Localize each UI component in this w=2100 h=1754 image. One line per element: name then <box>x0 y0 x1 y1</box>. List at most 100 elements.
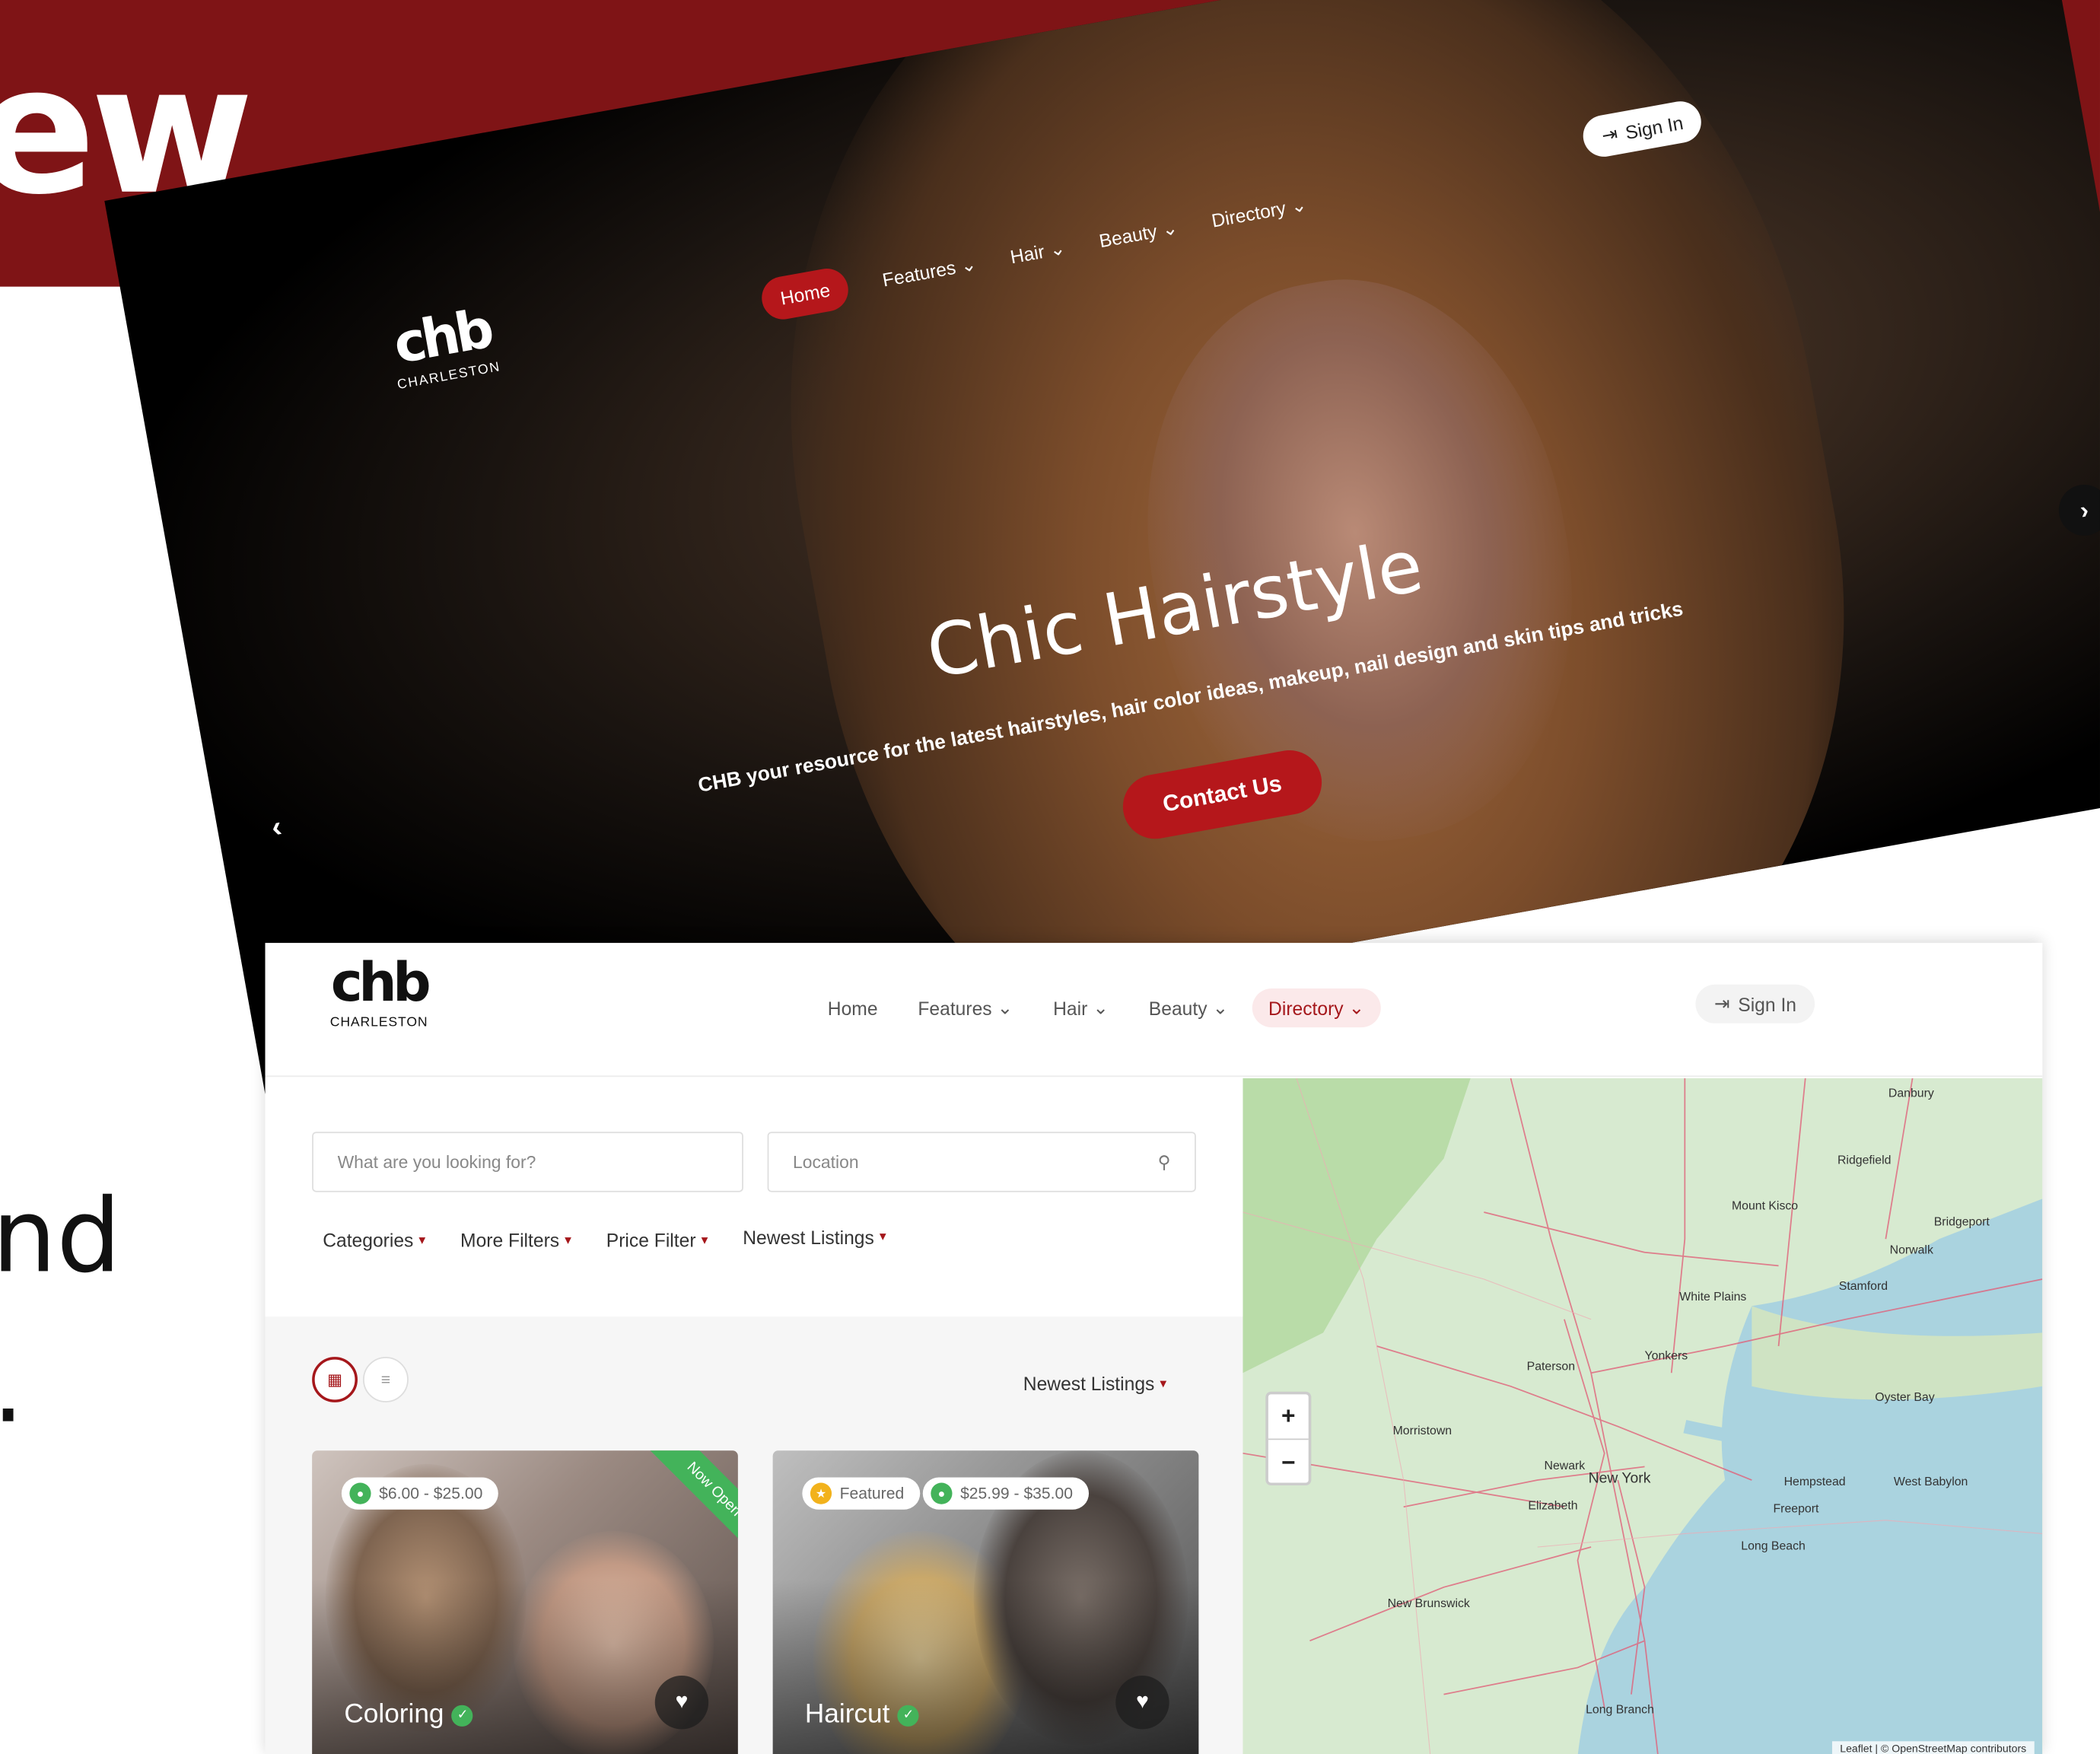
chevron-down-icon: ▾ <box>418 1233 426 1248</box>
nav-item-label: Features <box>880 256 958 291</box>
site-logo[interactable]: chb CHARLESTON <box>358 297 530 398</box>
listing-card[interactable]: ★ Featured ● $25.99 - $35.00 Haircut ✓ ♥ <box>772 1450 1199 1754</box>
map-label: Norwalk <box>1889 1243 1933 1257</box>
nav-item-directory[interactable]: Directory ⌄ <box>1210 193 1309 232</box>
search-input[interactable]: What are you looking for? <box>312 1132 743 1192</box>
nav-item-beauty[interactable]: Beauty ⌄ <box>1097 216 1179 253</box>
filter-newest[interactable]: Newest Listings ▾ <box>743 1223 886 1251</box>
nav-item-label: Features <box>918 997 992 1019</box>
nav-item-hair[interactable]: Hair ⌄ <box>1008 236 1067 268</box>
map-zoom-control: + − <box>1265 1391 1312 1486</box>
chevron-down-icon: ▾ <box>879 1229 886 1245</box>
chevron-down-icon: ⌄ <box>1212 996 1229 1018</box>
map-attribution[interactable]: Leaflet | © OpenStreetMap contributors <box>1831 1741 2035 1754</box>
slider-prev-button[interactable]: ‹ <box>269 809 285 845</box>
listing-title: Coloring ✓ <box>344 1699 474 1730</box>
nav-item-features[interactable]: Features ⌄ <box>880 252 978 291</box>
nav-item-label: Beauty <box>1097 220 1159 252</box>
map-label: White Plains <box>1679 1290 1747 1304</box>
filter-categories[interactable]: Categories ▾ <box>323 1230 425 1251</box>
sign-in-button[interactable]: ⇥ Sign In <box>1695 984 1815 1023</box>
chevron-down-icon: ⌄ <box>958 252 978 276</box>
listing-title: Haircut ✓ <box>804 1699 920 1730</box>
filter-price[interactable]: Price Filter ▾ <box>606 1230 708 1251</box>
location-input[interactable]: Location ⚲ <box>767 1132 1196 1192</box>
price-badge: ● $25.99 - $35.00 <box>922 1477 1090 1510</box>
price-label: $25.99 - $35.00 <box>960 1484 1074 1503</box>
filter-label: Price Filter <box>606 1229 696 1252</box>
logo-mark: chb <box>330 952 431 1014</box>
listing-card[interactable]: Now Open ● $6.00 - $25.00 Coloring ✓ ♥ <box>312 1450 738 1754</box>
chevron-down-icon: ⌄ <box>1160 215 1179 240</box>
logo-subtitle: CHARLESTON <box>329 1015 428 1030</box>
price-badge: ● $6.00 - $25.00 <box>341 1477 499 1510</box>
filter-bar: Categories ▾ More Filters ▾ Price Filter ▾ … <box>323 1226 886 1251</box>
price-label: $6.00 - $25.00 <box>379 1484 483 1503</box>
nav-item-label: Hair <box>1008 240 1046 268</box>
map-label: Oyster Bay <box>1875 1390 1935 1404</box>
map-label: Stamford <box>1838 1278 1888 1293</box>
zoom-in-button[interactable]: + <box>1268 1394 1309 1440</box>
zoom-out-button[interactable]: − <box>1268 1440 1309 1485</box>
chevron-down-icon: ⌄ <box>1093 996 1109 1018</box>
nav-item-label: Hair <box>1053 997 1088 1019</box>
sign-in-icon: ⇥ <box>1714 992 1730 1014</box>
chevron-down-icon: ⌄ <box>1047 236 1068 260</box>
star-icon: ★ <box>810 1482 832 1504</box>
chevron-down-icon: ▾ <box>701 1233 708 1248</box>
nav-item-label: Home <box>827 997 878 1019</box>
nav-item-directory[interactable]: Directory ⌄ <box>1252 988 1381 1028</box>
slide-text-fragment: nd <box>0 1176 122 1296</box>
chevron-down-icon: ⌄ <box>997 996 1013 1018</box>
nav-item-hair[interactable]: Hair ⌄ <box>1053 997 1109 1020</box>
map-label: New York <box>1588 1470 1651 1487</box>
directory-nav: Home Features ⌄ Hair ⌄ Beauty ⌄ Directory ⌄ <box>828 988 1381 1028</box>
nav-item-label: Beauty <box>1148 997 1208 1019</box>
chevron-down-icon: ▾ <box>1160 1376 1167 1391</box>
filter-label: More Filters <box>460 1229 560 1252</box>
listing-results: ▦ ≡ Newest Listings ▾ Now Open ● $6.00 -… <box>265 1316 1243 1754</box>
map-label: Long Branch <box>1586 1702 1654 1716</box>
site-logo[interactable]: chb CHARLESTON <box>319 957 439 1030</box>
nav-item-label: Directory <box>1210 196 1288 231</box>
grid-icon: ▦ <box>327 1370 343 1390</box>
nav-item-home[interactable]: Home <box>828 997 878 1018</box>
slide-text-fragment: . <box>0 1326 24 1446</box>
map-label: Long Beach <box>1741 1539 1806 1553</box>
nav-item-beauty[interactable]: Beauty ⌄ <box>1149 997 1228 1020</box>
map-label: Morristown <box>1392 1424 1452 1437</box>
sign-in-label: Sign In <box>1623 111 1685 143</box>
map-label: West Babylon <box>1893 1474 1968 1488</box>
map-label: Freeport <box>1773 1501 1819 1515</box>
listing-name: Coloring <box>344 1699 444 1730</box>
map-label: Yonkers <box>1644 1348 1688 1363</box>
sort-label: Newest Listings <box>1023 1373 1155 1395</box>
listing-pane: What are you looking for? Location ⚲ Cat… <box>265 1078 1243 1754</box>
chevron-right-icon: › <box>2077 495 2091 524</box>
map-label: Mount Kisco <box>1731 1199 1799 1212</box>
map-tiles <box>1242 1078 2043 1754</box>
search-placeholder: What are you looking for? <box>337 1151 536 1173</box>
map-label: Newark <box>1544 1458 1586 1472</box>
favorite-button[interactable]: ♥ <box>654 1676 709 1730</box>
heart-icon: ♥ <box>1136 1690 1149 1714</box>
map-label: Paterson <box>1526 1359 1576 1374</box>
listing-map[interactable]: Danbury New York Paterson Stamford Bridg… <box>1242 1078 2043 1754</box>
nav-item-features[interactable]: Features ⌄ <box>918 997 1013 1020</box>
nav-item-label: Home <box>778 279 832 309</box>
list-icon: ≡ <box>380 1370 391 1390</box>
map-label: Hempstead <box>1783 1474 1846 1488</box>
map-pin-icon: ⚲ <box>1157 1151 1171 1172</box>
list-view-button[interactable]: ≡ <box>363 1357 409 1402</box>
map-label: Elizabeth <box>1528 1498 1578 1513</box>
heart-icon: ♥ <box>675 1690 689 1714</box>
verified-check-icon: ✓ <box>897 1704 920 1727</box>
featured-badge: ★ Featured <box>802 1477 921 1510</box>
filter-label: Newest Listings <box>743 1226 874 1248</box>
favorite-button[interactable]: ♥ <box>1115 1676 1169 1730</box>
listing-name: Haircut <box>804 1699 890 1730</box>
sort-dropdown[interactable]: Newest Listings ▾ <box>1023 1373 1166 1394</box>
filter-more[interactable]: More Filters ▾ <box>460 1230 571 1251</box>
sign-in-icon: ⇥ <box>1599 122 1620 147</box>
grid-view-button[interactable]: ▦ <box>312 1357 358 1402</box>
